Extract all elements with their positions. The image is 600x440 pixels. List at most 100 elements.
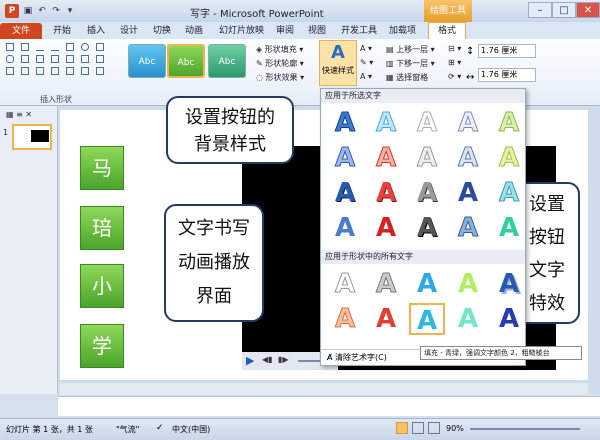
play-icon[interactable]: ▶ [246,354,254,367]
maximize-button[interactable]: □ [552,2,576,18]
shape-rounded-icon[interactable] [6,55,14,63]
wordart-style-text-5[interactable]: A [491,107,527,139]
slide-thumbnail-1[interactable] [12,124,52,150]
tab-design[interactable]: 设计 [120,24,138,38]
wordart-style-text-3[interactable]: A [409,107,445,139]
forward-icon[interactable]: ▮▶ [278,355,289,364]
tab-transitions[interactable]: 切换 [153,24,171,38]
shape-flow-icon[interactable] [66,67,74,75]
quick-access-dropdown-icon[interactable]: ▾ [64,5,76,17]
wordart-style-shape-6[interactable]: A [327,303,363,335]
tab-review[interactable]: 审阅 [276,24,294,38]
wordart-style-shape-7[interactable]: A [368,303,404,335]
char-button-4[interactable]: 学 [80,324,124,368]
tab-view[interactable]: 视图 [308,24,326,38]
char-button-3[interactable]: 小 [80,264,124,308]
wordart-style-shape-5[interactable]: A [491,268,527,300]
char-button-1[interactable]: 马 [80,146,124,190]
tab-developer[interactable]: 开发工具 [341,24,377,38]
normal-view-icon[interactable] [396,422,408,434]
wordart-style-text-1[interactable]: A [327,107,363,139]
tab-home[interactable]: 开始 [53,24,71,38]
shape-line-icon[interactable] [36,43,44,51]
undo-icon[interactable]: ↶ [36,5,48,17]
shape-effects-button[interactable]: ◌ 形状效果 ▾ [256,72,304,83]
char-button-2[interactable]: 琣 [80,206,124,250]
selection-pane-button[interactable]: ▦ 选择窗格 [386,72,428,83]
text-outline-button[interactable]: ✎ ▾ [360,58,373,67]
shape-angle-icon[interactable] [51,55,59,63]
horizontal-scrollbar[interactable] [60,383,588,395]
zoom-slider[interactable] [470,428,580,430]
shape-style-teal[interactable]: Abc [208,44,246,78]
close-button[interactable]: ✕ [576,2,600,18]
wordart-style-text-12[interactable]: A [368,177,404,209]
wordart-style-text-18[interactable]: A [409,212,445,244]
wordart-style-text-8[interactable]: A [409,142,445,174]
tab-slideshow[interactable]: 幻灯片放映 [219,24,264,38]
powerpoint-app-icon[interactable]: P [5,4,19,18]
reading-view-icon[interactable] [428,422,440,434]
shape-star-icon[interactable] [51,67,59,75]
shape-vertical-textbox-icon[interactable] [21,43,29,51]
text-effects-button[interactable]: A ▾ [360,72,372,81]
shape-corner-icon[interactable] [36,55,44,63]
height-input[interactable]: 1.76 厘米 [478,44,536,58]
wordart-style-shape-3[interactable]: A [409,268,445,300]
shape-fill-button[interactable]: ◈ 形状填充 ▾ [256,44,303,55]
wordart-style-text-11[interactable]: A [327,177,363,209]
wordart-style-text-16[interactable]: A [327,212,363,244]
shape-brace-icon[interactable] [81,55,89,63]
shape-more-icon[interactable] [96,55,104,63]
text-fill-button[interactable]: A ▾ [360,44,372,53]
wordart-style-text-20[interactable]: A [491,212,527,244]
wordart-style-shape-4[interactable]: A [450,268,486,300]
shape-style-green-selected[interactable]: Abc [167,44,205,78]
shape-edit-icon[interactable] [96,67,104,75]
redo-icon[interactable]: ↷ [50,5,62,17]
notes-pane[interactable] [58,396,600,416]
group-button[interactable]: ⊞ ▾ [448,58,461,67]
wordart-style-text-7[interactable]: A [368,142,404,174]
wordart-style-text-2[interactable]: A [368,107,404,139]
language-indicator[interactable]: 中文(中国) [172,424,210,435]
align-button[interactable]: ⊟ ▾ [448,44,461,53]
shape-rounded-rect-icon[interactable] [96,43,104,51]
shape-freeform-icon[interactable] [36,67,44,75]
tab-file[interactable]: 文件 [0,23,42,39]
pane-tabs[interactable]: ▦ ≡ ✕ [6,110,32,119]
wordart-style-text-13[interactable]: A [409,177,445,209]
wordart-style-shape-10[interactable]: A [491,303,527,335]
rotate-button[interactable]: ⟳ ▾ [448,72,461,81]
wordart-style-shape-1[interactable]: A [327,268,363,300]
quick-styles-button[interactable]: A 快速样式 [319,40,357,86]
proofing-icon[interactable]: ✓ [156,423,164,433]
rewind-icon[interactable]: ◀▮ [262,355,273,364]
zoom-level[interactable]: 90% [446,424,464,433]
wordart-style-shape-9[interactable]: A [450,303,486,335]
tab-format[interactable]: 格式 [428,22,466,39]
wordart-style-text-10[interactable]: A [491,142,527,174]
wordart-style-text-19[interactable]: A [450,212,486,244]
send-backward-button[interactable]: ▥ 下移一层 ▾ [386,58,435,69]
tab-insert[interactable]: 插入 [87,24,105,38]
shape-oval-icon[interactable] [81,43,89,51]
shape-bracket-icon[interactable] [66,55,74,63]
slide-sorter-icon[interactable] [412,422,424,434]
wordart-style-shape-8[interactable]: A [409,303,445,336]
shape-arc-icon[interactable] [6,67,14,75]
wordart-style-text-15[interactable]: A [491,177,527,209]
shape-outline-button[interactable]: ✎ 形状轮廓 ▾ [256,58,304,69]
tab-addins[interactable]: 加载项 [389,24,416,38]
shape-textbox-icon[interactable] [6,43,14,51]
bring-forward-button[interactable]: ▤ 上移一层 ▾ [386,44,435,55]
save-icon[interactable]: ▣ [22,5,34,17]
shape-curve-icon[interactable] [21,67,29,75]
minimize-button[interactable]: – [528,2,552,18]
wordart-style-text-14[interactable]: A [450,177,486,209]
wordart-style-text-6[interactable]: A [327,142,363,174]
wordart-style-text-9[interactable]: A [450,142,486,174]
shape-arrow-icon[interactable] [51,43,59,51]
width-input[interactable]: 1.76 厘米 [478,68,536,82]
shape-callout-icon[interactable] [81,67,89,75]
